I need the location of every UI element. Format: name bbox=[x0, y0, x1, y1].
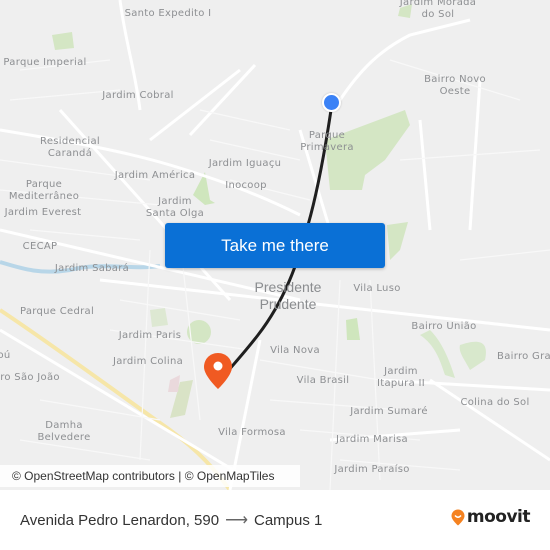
map-label: Parque Mediterrâneo bbox=[8, 179, 80, 202]
park-area bbox=[387, 222, 408, 260]
map-label: Vila Brasil bbox=[296, 375, 350, 386]
map[interactable]: Santo Expedito I Jardim Morada do Sol Pa… bbox=[0, 0, 550, 490]
map-label: Parque Imperial bbox=[3, 57, 87, 68]
destination-name: Campus 1 bbox=[254, 511, 323, 529]
map-label: Vila Nova bbox=[270, 345, 320, 356]
map-label: CECAP bbox=[22, 241, 58, 252]
brand-name: moovit bbox=[466, 507, 531, 527]
park-area bbox=[150, 308, 168, 327]
map-label: Jardim Sumaré bbox=[350, 406, 428, 417]
route-summary: Avenida Pedro Lenardon, 590 ⟶ Campus 1 bbox=[20, 510, 322, 530]
map-label: Bairro Novo Oeste bbox=[424, 74, 486, 97]
map-label: Bairro União bbox=[411, 321, 477, 332]
origin-name: Avenida Pedro Lenardon, 590 bbox=[20, 511, 220, 529]
origin-marker[interactable] bbox=[322, 93, 341, 112]
arrow-right-icon: ⟶ bbox=[225, 512, 248, 529]
map-label: oú bbox=[0, 350, 11, 361]
take-me-there-button[interactable]: Take me there bbox=[165, 223, 385, 268]
map-label: Jardim Morada do Sol bbox=[399, 0, 477, 20]
city-label: Presidente Prudente bbox=[254, 279, 322, 312]
map-label: Jardim América bbox=[114, 170, 196, 181]
moovit-logo[interactable]: moovit bbox=[451, 507, 531, 527]
map-label: Residencial Carandá bbox=[40, 136, 100, 159]
map-label: Parque Primavera bbox=[300, 130, 354, 153]
destination-pin-icon[interactable] bbox=[203, 352, 233, 390]
park-area bbox=[346, 318, 360, 340]
map-label: Jardim Santa Olga bbox=[145, 196, 205, 219]
map-label: Jardim Paris bbox=[118, 330, 182, 341]
map-label: Vila Formosa bbox=[218, 427, 286, 438]
map-label: Jardim Iguaçu bbox=[208, 158, 282, 169]
map-label: Jardim Everest bbox=[4, 207, 82, 218]
map-label: Jardim Itapura II bbox=[377, 366, 425, 389]
map-label: Damha Belvedere bbox=[37, 420, 91, 443]
map-label: Bairro Gra bbox=[497, 351, 550, 362]
map-label: Jardim Cobral bbox=[102, 90, 174, 101]
map-label: Jardim Marisa bbox=[336, 434, 408, 445]
map-label: Vila Luso bbox=[353, 283, 401, 294]
map-label: Inocoop bbox=[225, 180, 267, 191]
map-label: Parque Cedral bbox=[19, 306, 95, 317]
map-label: Jardim Paraíso bbox=[334, 464, 410, 475]
area bbox=[168, 375, 180, 392]
footer: Avenida Pedro Lenardon, 590 ⟶ Campus 1 m… bbox=[0, 490, 550, 550]
map-label: ro São João bbox=[0, 372, 60, 383]
map-attribution[interactable]: © OpenStreetMap contributors | © OpenMap… bbox=[0, 465, 300, 487]
map-label: Jardim Sabará bbox=[54, 263, 130, 274]
park-area bbox=[459, 341, 486, 370]
map-label: Jardim Colina bbox=[112, 356, 184, 367]
park-area bbox=[52, 32, 74, 50]
moovit-pin-icon bbox=[451, 509, 465, 525]
map-label: Santo Expedito I bbox=[124, 8, 212, 19]
map-label: Colina do Sol bbox=[460, 397, 530, 408]
